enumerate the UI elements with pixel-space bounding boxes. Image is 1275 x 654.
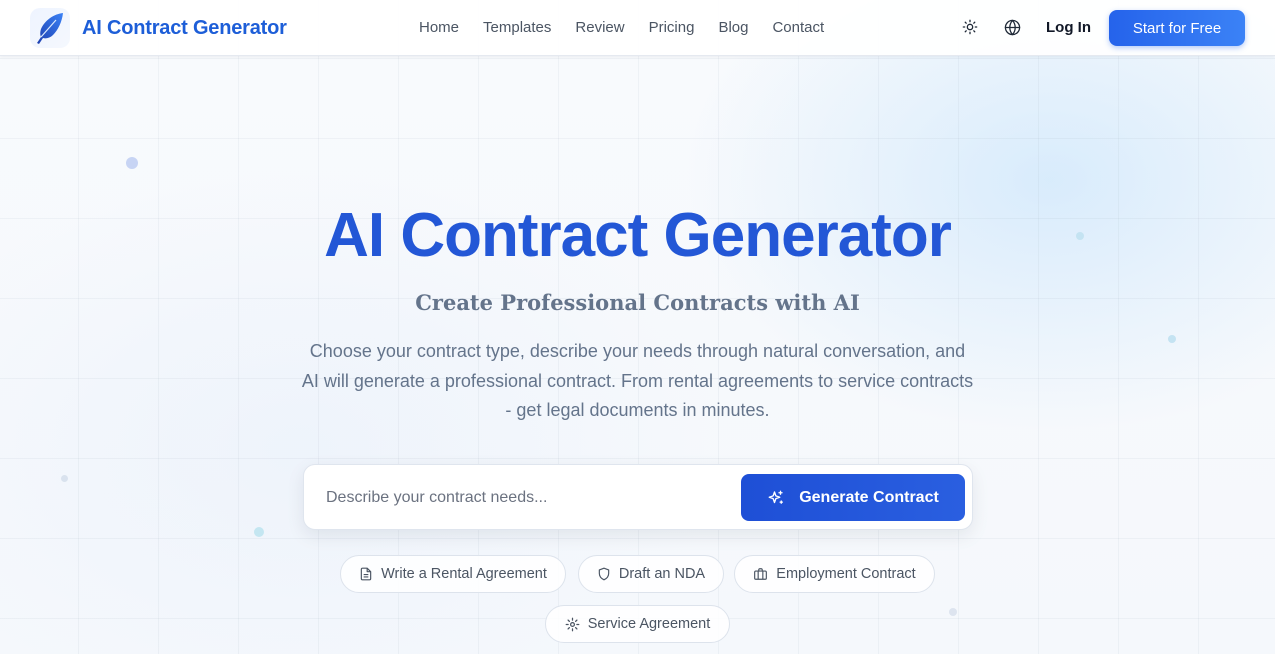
hero-title: AI Contract Generator [324,201,952,270]
suggestion-rental-agreement[interactable]: Write a Rental Agreement [340,555,566,593]
generate-contract-button[interactable]: Generate Contract [741,474,965,521]
hero-description: Choose your contract type, describe your… [301,341,974,420]
brand-link[interactable]: AI Contract Generator [30,8,287,48]
document-icon [359,567,373,581]
contract-prompt-box: Generate Contract [303,464,973,530]
contract-prompt-input[interactable] [326,483,726,513]
language-button[interactable] [1001,16,1023,38]
sun-icon [962,19,978,35]
login-link[interactable]: Log In [1046,18,1091,38]
suggestion-employment-contract[interactable]: Employment Contract [734,555,935,593]
hero-subtitle: Create Professional Contracts with AI [415,290,860,315]
decorative-dot [949,608,957,616]
briefcase-icon [753,567,768,581]
globe-icon [1004,19,1020,35]
theme-toggle-button[interactable] [959,16,981,38]
nav-review[interactable]: Review [575,18,624,38]
nav-contact[interactable]: Contact [772,18,824,38]
start-free-button[interactable]: Start for Free [1109,10,1245,46]
nav-templates[interactable]: Templates [483,18,551,38]
shield-icon [597,567,611,581]
top-navbar: AI Contract Generator Home Templates Rev… [0,0,1275,56]
suggestion-label: Employment Contract [776,566,916,582]
suggestion-label: Service Agreement [587,616,711,632]
generate-contract-label: Generate Contract [799,488,939,506]
brand-name: AI Contract Generator [82,16,287,39]
decorative-dot [254,527,264,537]
main-nav: Home Templates Review Pricing Blog Conta… [407,18,836,38]
decorative-dot [1168,335,1176,343]
suggestion-label: Write a Rental Agreement [381,566,547,582]
suggestion-label: Draft an NDA [618,566,706,582]
nav-blog[interactable]: Blog [718,18,748,38]
feather-icon [30,8,70,48]
nav-pricing[interactable]: Pricing [649,18,695,38]
decorative-dot [126,157,138,169]
sparkles-icon [767,489,785,507]
nav-home[interactable]: Home [419,18,459,38]
gear-icon [565,617,580,632]
suggestion-service-agreement[interactable]: Service Agreement [545,605,730,643]
decorative-dot [61,475,68,482]
suggestion-nda[interactable]: Draft an NDA [578,555,724,593]
